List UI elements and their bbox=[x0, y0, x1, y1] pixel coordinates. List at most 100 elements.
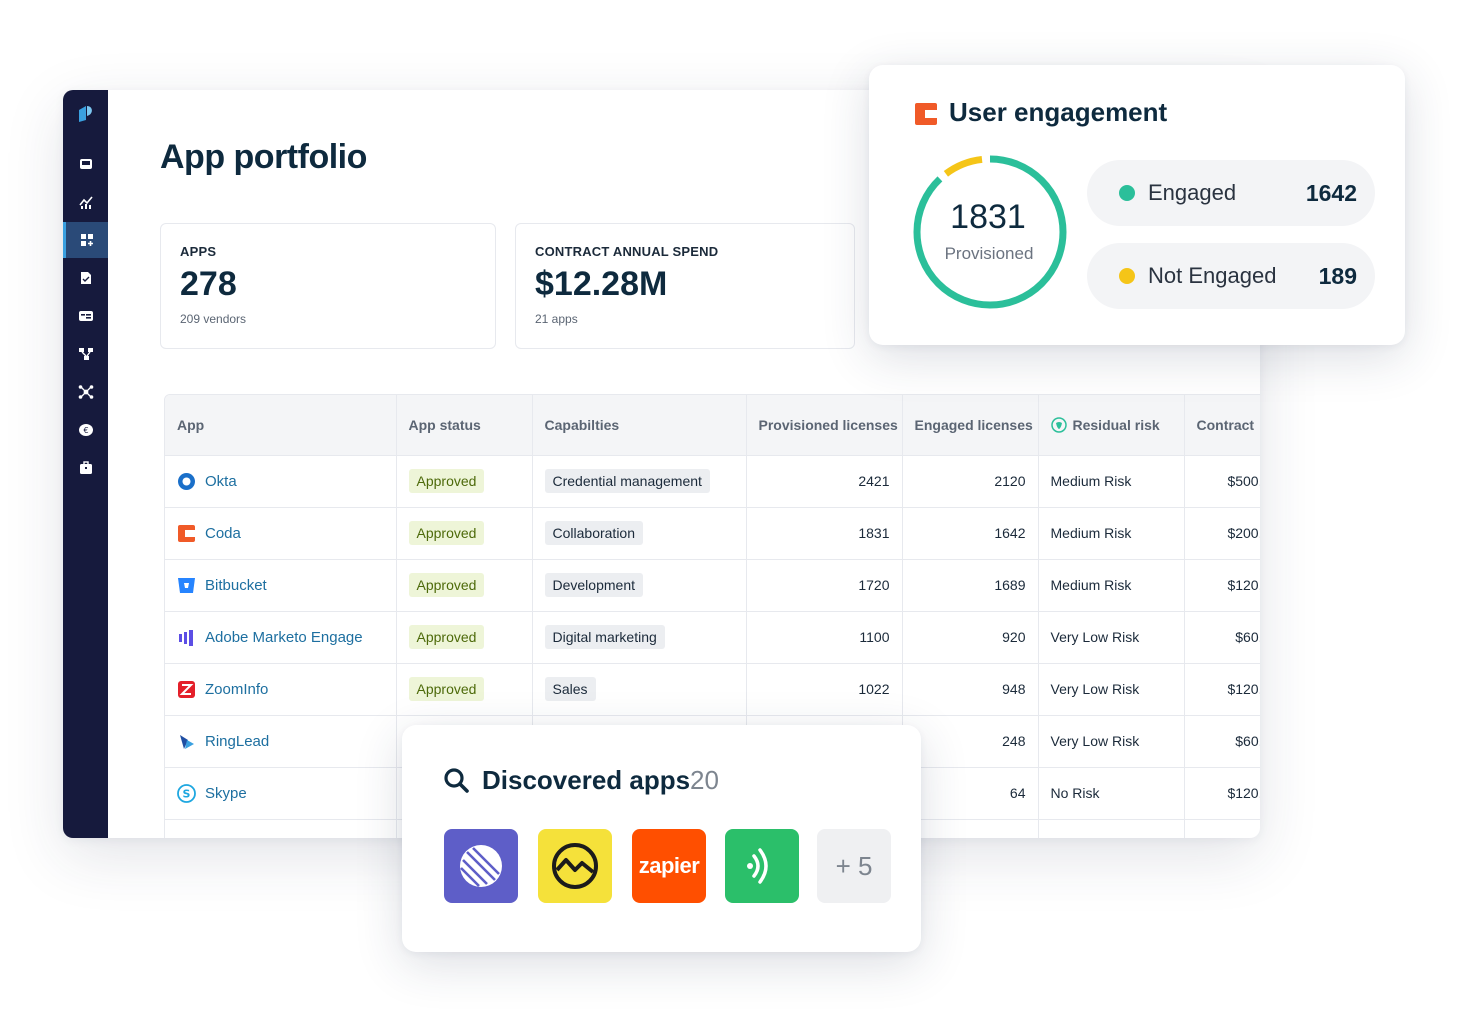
provisioned-cell: 2421 bbox=[746, 455, 903, 508]
engaged-cell: 2120 bbox=[902, 455, 1039, 508]
capability-tag: Digital marketing bbox=[544, 625, 665, 649]
table-header-row: App App status Capabilties Provisioned l… bbox=[165, 395, 1260, 456]
svg-text:S: S bbox=[183, 787, 191, 800]
risk-cell: Very Low Risk bbox=[1038, 715, 1185, 768]
app-name[interactable]: Okta bbox=[205, 473, 237, 490]
risk-cell: No Risk bbox=[1038, 767, 1185, 820]
capability-tag: Collaboration bbox=[544, 521, 643, 545]
basecamp-icon bbox=[552, 843, 598, 889]
stat-value: $12.28M bbox=[535, 265, 668, 303]
nav-documents[interactable] bbox=[63, 260, 108, 296]
bitbucket-icon bbox=[178, 577, 195, 593]
stat-label: APPS bbox=[180, 244, 217, 259]
integrations-icon bbox=[78, 385, 93, 399]
column-header-engaged[interactable]: Engaged licenses bbox=[902, 395, 1039, 456]
stat-value: 278 bbox=[180, 265, 237, 303]
engagement-title: User engagement bbox=[949, 97, 1168, 127]
cast-icon bbox=[747, 848, 768, 884]
more-apps-label: + 5 bbox=[835, 850, 873, 881]
shield-icon bbox=[1050, 417, 1067, 433]
column-header-status[interactable]: App status bbox=[396, 395, 533, 456]
risk-cell: Medium Risk bbox=[1038, 559, 1185, 612]
risk-cell: Medium Risk bbox=[1038, 507, 1185, 560]
provisioned-cell: 1100 bbox=[746, 611, 903, 664]
stat-label: CONTRACT ANNUAL SPEND bbox=[535, 244, 719, 259]
legend-value: 1642 bbox=[1305, 179, 1357, 206]
table-row[interactable]: Coda Approved Collaboration 1831 1642 Me… bbox=[165, 507, 1260, 560]
nav-spend[interactable]: € bbox=[63, 412, 108, 448]
nav-portfolio[interactable] bbox=[63, 450, 108, 486]
app-name[interactable]: Coda bbox=[205, 525, 241, 542]
app-name[interactable]: RingLead bbox=[205, 733, 269, 750]
engaged-cell: 1642 bbox=[902, 507, 1039, 560]
nav-apps[interactable] bbox=[63, 222, 108, 258]
nav-workflows[interactable] bbox=[63, 336, 108, 372]
app-tile-zapier[interactable]: zapier bbox=[632, 829, 706, 903]
analytics-icon bbox=[78, 196, 93, 209]
spend-icon: € bbox=[78, 424, 93, 436]
table-row[interactable]: Okta Approved Credential management 2421… bbox=[165, 455, 1260, 508]
contract-cell: $500, bbox=[1184, 455, 1260, 508]
table-row[interactable]: Bitbucket Approved Development 1720 1689… bbox=[165, 559, 1260, 612]
discovered-count: 20 bbox=[690, 765, 719, 795]
document-icon bbox=[80, 272, 91, 284]
svg-text:€: € bbox=[83, 426, 88, 435]
provisioned-cell: 1022 bbox=[746, 663, 903, 716]
stat-sub: 209 vendors bbox=[180, 312, 247, 326]
legend-engaged[interactable]: Engaged 1642 bbox=[1087, 160, 1375, 226]
contract-cell: $200, bbox=[1184, 507, 1260, 560]
not-engaged-dot-icon bbox=[1119, 268, 1135, 284]
column-header-contract[interactable]: Contract bbox=[1184, 395, 1260, 456]
nav-integrations[interactable] bbox=[63, 374, 108, 410]
apps-stat-card[interactable]: APPS 278 209 vendors bbox=[160, 223, 496, 349]
spend-stat-card[interactable]: CONTRACT ANNUAL SPEND $12.28M 21 apps bbox=[515, 223, 855, 349]
okta-icon bbox=[178, 472, 195, 490]
column-header-provisioned[interactable]: Provisioned licenses bbox=[746, 395, 903, 456]
legend-not-engaged[interactable]: Not Engaged 189 bbox=[1087, 243, 1375, 309]
legend-label: Not Engaged bbox=[1148, 263, 1277, 288]
briefcase-icon bbox=[79, 461, 92, 474]
sidebar: € bbox=[63, 90, 108, 838]
risk-cell: Medium Risk bbox=[1038, 455, 1185, 508]
search-icon bbox=[444, 768, 469, 793]
app-tile-basecamp[interactable] bbox=[538, 829, 612, 903]
app-tile-cast[interactable] bbox=[725, 829, 799, 903]
inbox-icon bbox=[79, 159, 92, 169]
status-badge: Approved bbox=[408, 625, 485, 649]
nav-billing[interactable] bbox=[63, 298, 108, 334]
legend-label: Engaged bbox=[1148, 180, 1237, 205]
app-name[interactable]: Skype bbox=[205, 785, 247, 802]
app-tile-linear[interactable] bbox=[444, 829, 518, 903]
engaged-cell: 948 bbox=[902, 663, 1039, 716]
table-row[interactable]: ZoomInfo Approved Sales 1022 948 Very Lo… bbox=[165, 663, 1260, 716]
app-name[interactable]: Bitbucket bbox=[205, 577, 267, 594]
contract-cell: $120, bbox=[1184, 767, 1260, 820]
discovered-title: Discovered apps bbox=[482, 765, 691, 795]
nav-analytics[interactable] bbox=[63, 184, 108, 220]
capability-tag: Credential management bbox=[544, 469, 710, 493]
more-apps-button[interactable]: + 5 bbox=[817, 829, 891, 903]
column-header-capabilities[interactable]: Capabilties bbox=[532, 395, 747, 456]
ringlead-icon bbox=[180, 734, 194, 749]
page-title: App portfolio bbox=[160, 138, 367, 176]
status-badge: Approved bbox=[408, 469, 485, 493]
contract-cell: $60, bbox=[1184, 611, 1260, 664]
column-header-app[interactable]: App bbox=[165, 395, 397, 456]
app-name[interactable]: ZoomInfo bbox=[205, 681, 268, 698]
risk-cell: Very Low Risk bbox=[1038, 611, 1185, 664]
column-header-risk[interactable]: Residual risk bbox=[1038, 395, 1185, 456]
apps-icon bbox=[81, 234, 93, 246]
billing-icon bbox=[78, 311, 93, 321]
engaged-cell: 920 bbox=[902, 611, 1039, 664]
skype-icon: S bbox=[177, 783, 196, 803]
contract-cell: $60, bbox=[1184, 715, 1260, 768]
brand-logo-icon[interactable] bbox=[77, 104, 95, 124]
app-name[interactable]: Adobe Marketo Engage bbox=[205, 629, 363, 646]
workflow-icon bbox=[78, 348, 93, 360]
zapier-wordmark: zapier bbox=[638, 853, 700, 878]
marketo-icon bbox=[179, 629, 193, 646]
status-badge: Approved bbox=[408, 521, 485, 545]
nav-inbox[interactable] bbox=[63, 146, 108, 182]
table-row[interactable]: Adobe Marketo Engage Approved Digital ma… bbox=[165, 611, 1260, 664]
risk-cell: Very Low Risk bbox=[1038, 663, 1185, 716]
